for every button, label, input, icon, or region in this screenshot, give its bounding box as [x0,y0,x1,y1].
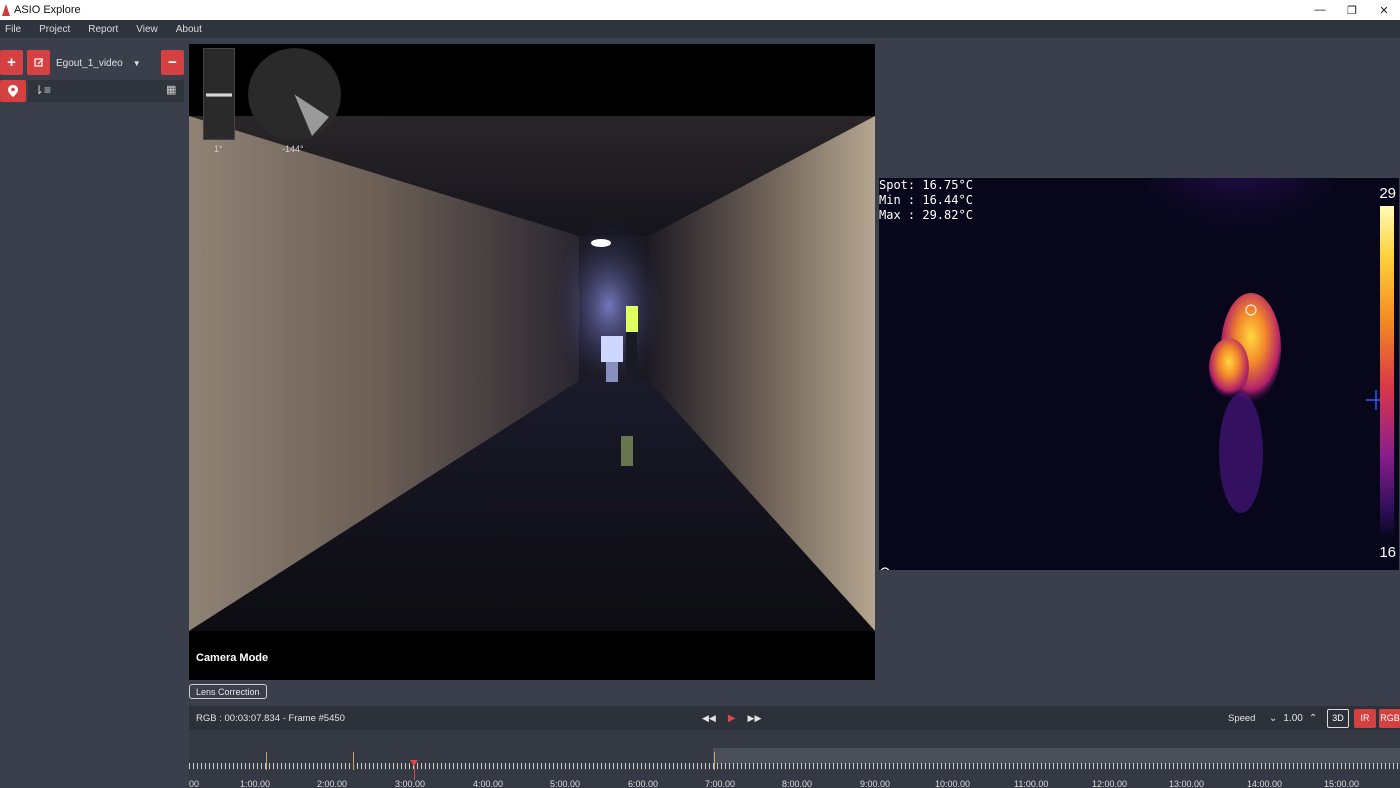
mode-ir-button[interactable]: IR [1354,708,1376,728]
timeline-tick-label: 4:00.00 [473,779,504,788]
menu-view[interactable]: View [131,24,171,35]
video-select-value: Egout_1_video [56,57,123,69]
tilt-gauge [203,48,235,140]
transport-controls: ◀◀ ▶ ▶▶ [702,713,761,724]
play-icon[interactable]: ▶ [728,713,736,724]
timeline-tick-label: 12:00.00 [1092,779,1128,788]
in-marker[interactable] [266,752,267,770]
mode-3d-button[interactable]: 3D [1327,708,1349,728]
heading-compass [248,48,341,141]
temperature-color-bar [1380,206,1394,536]
speed-up-icon[interactable]: ⌃ [1309,713,1317,724]
menu-project[interactable]: Project [34,24,83,35]
timeline[interactable]: 00 1:00.00 2:00.00 3:00.00 4:00.00 5:00.… [189,730,1400,788]
timeline-tick-label: 15:00.00 [1324,779,1360,788]
rewind-icon[interactable]: ◀◀ [702,713,716,724]
frame-info: RGB : 00:03:07.834 - Frame #5450 [196,712,345,724]
plus-icon: + [7,54,16,71]
thermal-panel[interactable]: Spot: 16.75°C Min : 16.44°C Max : 29.82°… [879,178,1399,570]
timeline-tick-label: 10:00.00 [935,779,971,788]
edit-icon [33,57,43,67]
app-logo-icon [2,4,10,16]
lens-correction-button[interactable]: Lens Correction [189,684,267,699]
timeline-tick-label: 1:00.00 [240,779,271,788]
playback-bar: RGB : 00:03:07.834 - Frame #5450 ◀◀ ▶ ▶▶… [189,706,1400,730]
out-marker[interactable] [353,752,354,770]
sidebar-toolbar: ⇂≡ ▦ [28,80,184,102]
scale-max-label: 29 [1379,185,1396,202]
timeline-tick-label: 9:00.00 [860,779,891,788]
timeline-tick-label: 14:00.00 [1247,779,1283,788]
grid-icon[interactable]: ▦ [166,83,176,96]
speed-value: 1.00 [1283,712,1303,724]
tilt-label: 1° [214,144,223,154]
map-pin-icon [8,85,18,97]
edit-video-button[interactable] [27,50,50,75]
range-start-marker[interactable] [714,752,715,770]
title-bar: ASIO Explore — ❐ ✕ [0,0,1400,20]
video-frame [189,116,875,631]
timeline-tick-label: 11:00.00 [1014,779,1049,788]
timeline-tick-label: 8:00.00 [782,779,813,788]
mode-rgb-button[interactable]: RGB [1379,708,1400,728]
video-select[interactable]: Egout_1_video ▼ [56,51,156,75]
timeline-ticks [189,763,1400,769]
timeline-tick-label: 5:00.00 [550,779,581,788]
fast-forward-icon[interactable]: ▶▶ [748,713,762,724]
window-controls: — ❐ ✕ [1304,0,1400,20]
playhead-line [414,766,415,780]
menu-report[interactable]: Report [83,24,131,35]
menu-bar: File Project Report View About [0,20,1400,38]
sidebar [0,38,186,788]
location-button[interactable] [0,80,26,102]
tilt-indicator [206,93,232,97]
speed-label: Speed [1228,712,1256,724]
minimize-button[interactable]: — [1304,0,1336,20]
restore-button[interactable]: ❐ [1336,0,1368,20]
scale-min-label: 16 [1379,544,1396,561]
timeline-tick-label: 13:00.00 [1169,779,1205,788]
remove-video-button[interactable]: − [161,50,184,75]
window-title: ASIO Explore [14,4,81,16]
sort-icon[interactable]: ⇂≡ [34,83,51,97]
camera-mode-label: Camera Mode [196,652,269,664]
timeline-tick-label: 2:00.00 [317,779,348,788]
timeline-tick-label: 00 [189,779,200,788]
menu-about[interactable]: About [171,24,215,35]
timeline-range-band [713,748,1400,764]
timeline-tick-label: 3:00.00 [395,779,426,788]
timeline-tick-label: 7:00.00 [705,779,736,788]
speed-control[interactable]: ⌄ 1.00 ⌃ [1269,713,1317,724]
add-video-button[interactable]: + [0,50,23,75]
close-button[interactable]: ✕ [1368,0,1400,20]
thermal-image [879,178,1399,570]
speed-down-icon[interactable]: ⌄ [1269,713,1277,724]
menu-file[interactable]: File [0,24,34,35]
timeline-tick-label: 6:00.00 [628,779,659,788]
heading-label: -144° [282,144,304,154]
chevron-down-icon: ▼ [132,58,141,68]
thermal-readout: Spot: 16.75°C Min : 16.44°C Max : 29.82°… [879,178,973,222]
minus-icon: − [168,54,177,71]
video-panel[interactable]: 1° -144° Camera Mode [189,44,875,680]
